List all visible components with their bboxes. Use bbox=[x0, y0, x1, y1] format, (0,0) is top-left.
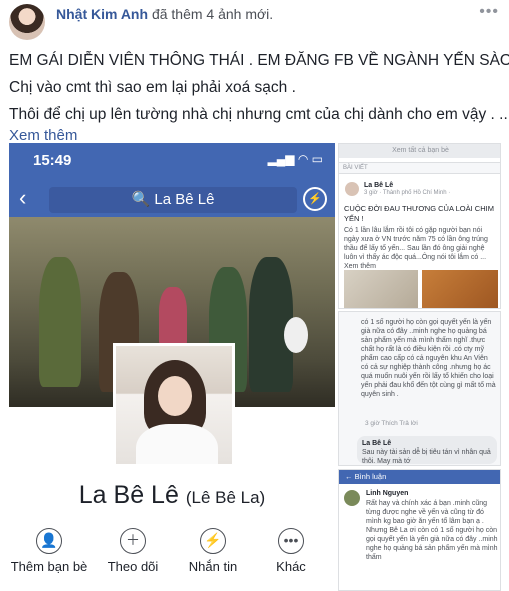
post-title: CUỘC ĐỜI ĐAU THƯƠNG CỦA LOÀI CHIM YẾN ! bbox=[344, 204, 494, 223]
post-action-text: đã thêm 4 ảnh mới. bbox=[151, 6, 274, 22]
avatar bbox=[344, 490, 360, 506]
add-friend-icon: 👤 bbox=[36, 528, 62, 554]
reply-bubble: La Bê Lê Sau này tài sản dễ bị tiêu tán … bbox=[357, 436, 497, 465]
more-button: ••• Khác bbox=[251, 528, 331, 574]
post-body: Có 1 lần lâu lắm rồi tôi có gặp người bạ… bbox=[344, 227, 488, 270]
reply-author: La Bê Lê bbox=[362, 440, 392, 447]
comment-text: Rất hay và chính xác á bạn .minh cũng từ… bbox=[366, 500, 498, 561]
post-author: La Bê Lê bbox=[364, 182, 394, 189]
add-friend-label: Thêm bạn bè bbox=[10, 559, 88, 574]
commenter-name: Linh Nguyen bbox=[366, 490, 409, 497]
profile-alt-name: (Lê Bê La) bbox=[185, 488, 266, 507]
post-image bbox=[344, 270, 418, 308]
follow-icon: ＋ bbox=[120, 528, 146, 554]
reply-text: Sau này tài sản dễ bị tiêu tán vì nhân q… bbox=[362, 449, 491, 465]
photo-profile-screenshot[interactable]: 15:49 ▂▄▆ ◠ ▭ ‹ 🔍 La Bê Lê ⚡ La Bê Lê (L… bbox=[9, 143, 335, 591]
search-box: 🔍 La Bê Lê bbox=[49, 187, 297, 213]
more-label: Khác bbox=[276, 559, 306, 574]
author-avatar[interactable] bbox=[9, 4, 45, 40]
follow-label: Theo dõi bbox=[107, 559, 159, 574]
photo-thumb-comment[interactable]: có 1 số người họ còn gọi quyết yến là yế… bbox=[338, 311, 501, 466]
more-options-icon[interactable]: ••• bbox=[479, 3, 499, 21]
messenger-icon: ⚡ bbox=[303, 187, 327, 211]
comment-meta: 3 giờ Thích Trả lời bbox=[365, 420, 418, 427]
back-arrow-icon: ‹ bbox=[19, 185, 27, 210]
status-icons: ▂▄▆ ◠ ▭ bbox=[267, 152, 323, 166]
posts-section-header: BÀI VIẾT bbox=[339, 162, 500, 174]
post-meta: 3 giờ · Thành phố Hồ Chí Minh · bbox=[364, 190, 451, 196]
phone-top-bar: 15:49 ▂▄▆ ◠ ▭ ‹ 🔍 La Bê Lê ⚡ bbox=[9, 143, 335, 217]
profile-name-line: La Bê Lê (Lê Bê La) bbox=[9, 481, 335, 510]
avatar bbox=[345, 182, 359, 196]
photo-grid: 15:49 ▂▄▆ ◠ ▭ ‹ 🔍 La Bê Lê ⚡ La Bê Lê (L… bbox=[9, 143, 501, 591]
post-header: Nhật Kim Anh đã thêm 4 ảnh mới. ••• bbox=[0, 0, 509, 44]
post-line-3: Thôi để chị up lên tường nhà chị nhưng c… bbox=[9, 106, 509, 123]
photo-thumb-comments[interactable]: ← Bình luận Linh Nguyen Rất hay và chính… bbox=[338, 469, 501, 591]
message-button: ⚡ Nhắn tin bbox=[173, 528, 253, 574]
more-icon: ••• bbox=[278, 528, 304, 554]
status-time: 15:49 bbox=[33, 152, 72, 169]
message-label: Nhắn tin bbox=[188, 559, 238, 574]
comment-text: có 1 số người họ còn gọi quyết yến là yế… bbox=[361, 319, 496, 398]
profile-actions: 👤 Thêm bạn bè ＋ Theo dõi ⚡ Nhắn tin ••• … bbox=[9, 528, 335, 588]
post-image bbox=[422, 270, 498, 308]
comments-header-bar: ← Bình luận bbox=[339, 470, 500, 484]
profile-name: La Bê Lê bbox=[78, 481, 179, 509]
post-line-1: EM GÁI DIỄN VIÊN THÔNG THÁI . EM ĐĂNG FB… bbox=[9, 52, 509, 69]
author-name[interactable]: Nhật Kim Anh bbox=[56, 6, 148, 22]
post-text: EM GÁI DIỄN VIÊN THÔNG THÁI . EM ĐĂNG FB… bbox=[9, 50, 509, 146]
messenger-icon: ⚡ bbox=[200, 528, 226, 554]
profile-picture bbox=[113, 343, 235, 467]
post-line-2: Chị vào cmt thì sao em lại phải xoá sạch… bbox=[9, 79, 296, 96]
follow-button: ＋ Theo dõi bbox=[93, 528, 173, 574]
see-all-friends-bar: Xem tất cả bạn bè bbox=[339, 144, 500, 158]
add-friend-button: 👤 Thêm bạn bè bbox=[9, 528, 89, 574]
photo-thumb-post[interactable]: Xem tất cả bạn bè BÀI VIẾT La Bê Lê 3 gi… bbox=[338, 143, 501, 309]
author-line: Nhật Kim Anh đã thêm 4 ảnh mới. bbox=[56, 6, 273, 22]
